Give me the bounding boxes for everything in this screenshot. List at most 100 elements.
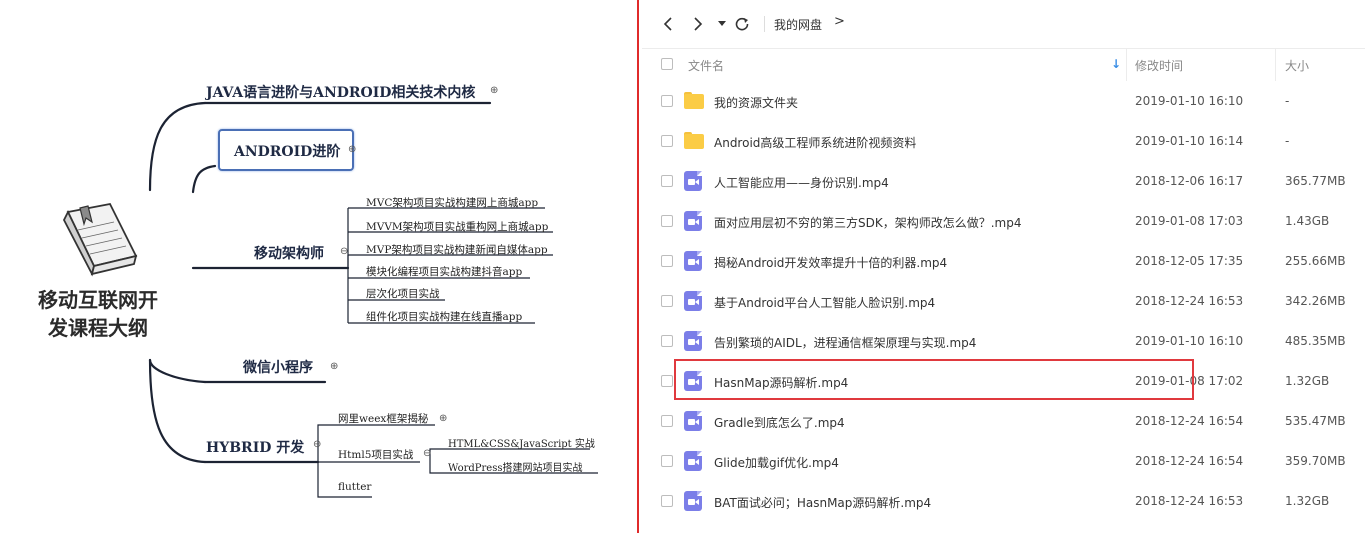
video-file-icon: [684, 291, 704, 311]
sort-down-icon[interactable]: ↓: [1111, 57, 1121, 71]
expand-icon[interactable]: ⊕: [348, 145, 356, 155]
file-modified-date: 2019-01-08 17:03: [1135, 214, 1244, 228]
caret-down-icon[interactable]: [712, 14, 732, 34]
file-size: -: [1285, 94, 1290, 108]
branch-hybrid[interactable]: HYBRID 开发: [206, 437, 304, 457]
row-checkbox[interactable]: [661, 295, 673, 307]
collapse-icon[interactable]: ⊖: [313, 440, 321, 450]
expand-icon[interactable]: ⊕: [490, 86, 498, 96]
row-checkbox[interactable]: [661, 455, 673, 467]
file-name[interactable]: 揭秘Android开发效率提升十倍的利器.mp4: [714, 254, 947, 271]
branch-android[interactable]: ANDROID进阶: [234, 141, 340, 161]
root-line-1: 移动互联网开: [38, 288, 158, 312]
expand-icon[interactable]: ⊕: [439, 414, 447, 424]
file-row[interactable]: BAT面试必问；HasnMap源码解析.mp4 2018-12-24 16:53 1…: [642, 481, 1365, 521]
row-checkbox[interactable]: [661, 375, 673, 387]
file-name[interactable]: Android高级工程师系统进阶视频资料: [714, 134, 916, 151]
file-modified-date: 2018-12-24 16:53: [1135, 494, 1244, 508]
file-modified-date: 2019-01-10 16:10: [1135, 334, 1244, 348]
file-manager: 我的网盘 > 文件名 ↓ 修改时间 大小 我的资源文件夹 2019-01-10 1…: [642, 0, 1365, 533]
row-checkbox[interactable]: [661, 95, 673, 107]
folder-icon: [684, 131, 704, 151]
hybrid-topic-weex[interactable]: 网里weex框架揭秘: [338, 411, 428, 426]
row-checkbox[interactable]: [661, 335, 673, 347]
highlight-box: [674, 359, 1194, 400]
book-icon: [58, 200, 138, 280]
video-file-icon: [684, 411, 704, 431]
row-checkbox[interactable]: [661, 255, 673, 267]
branch-architect[interactable]: 移动架构师: [254, 243, 324, 263]
file-row[interactable]: 基于Android平台人工智能人脸识别.mp4 2018-12-24 16:53 3…: [642, 281, 1365, 321]
file-size: 535.47MB: [1285, 414, 1346, 428]
root-line-2: 发课程大纲: [48, 316, 148, 340]
file-row[interactable]: 揭秘Android开发效率提升十倍的利器.mp4 2018-12-05 17:35…: [642, 241, 1365, 281]
file-name[interactable]: 面对应用层初不穷的第三方SDK，架构师改怎么做？.mp4: [714, 214, 1021, 231]
row-checkbox[interactable]: [661, 415, 673, 427]
file-modified-date: 2018-12-05 17:35: [1135, 254, 1244, 268]
branch-mini-program[interactable]: 微信小程序: [243, 357, 313, 377]
chevron-right-icon[interactable]: [688, 14, 708, 34]
video-file-icon: [684, 451, 704, 471]
refresh-icon[interactable]: [732, 14, 752, 34]
file-row[interactable]: 面对应用层初不穷的第三方SDK，架构师改怎么做？.mp4 2019-01-08 1…: [642, 201, 1365, 241]
file-size: 1.32GB: [1285, 494, 1330, 508]
html5-topic[interactable]: HTML&CSS&JavaScript 实战: [448, 435, 595, 450]
row-checkbox[interactable]: [661, 175, 673, 187]
row-checkbox[interactable]: [661, 135, 673, 147]
file-name[interactable]: Gradle到底怎么了.mp4: [714, 414, 845, 431]
file-name[interactable]: 人工智能应用——身份识别.mp4: [714, 174, 889, 191]
red-divider: [637, 0, 639, 533]
file-modified-date: 2018-12-24 16:53: [1135, 294, 1244, 308]
mind-map: 移动互联网开 发课程大纲 JAVA语言进阶与ANDROID相关技术内核 ⊕ AN…: [0, 0, 630, 533]
file-name[interactable]: 基于Android平台人工智能人脸识别.mp4: [714, 294, 935, 311]
column-header-size[interactable]: 大小: [1285, 57, 1309, 74]
breadcrumb-separator: >: [834, 14, 845, 29]
toolbar: 我的网盘 >: [642, 0, 1365, 49]
branch-java[interactable]: JAVA语言进阶与ANDROID相关技术内核: [206, 82, 475, 102]
architect-topic[interactable]: 模块化编程项目实战构建抖音app: [366, 264, 522, 279]
file-modified-date: 2018-12-06 16:17: [1135, 174, 1244, 188]
file-name[interactable]: Glide加载gif优化.mp4: [714, 454, 839, 471]
collapse-icon[interactable]: ⊖: [423, 449, 431, 459]
chevron-left-icon[interactable]: [658, 14, 678, 34]
file-size: 485.35MB: [1285, 334, 1346, 348]
hybrid-topic-html5[interactable]: Html5项目实战: [338, 447, 413, 462]
column-header-modified[interactable]: 修改时间: [1135, 57, 1183, 74]
file-size: 1.32GB: [1285, 374, 1330, 388]
select-all-checkbox[interactable]: [661, 58, 673, 70]
architect-topic[interactable]: MVC架构项目实战构建网上商城app: [366, 195, 538, 210]
file-row[interactable]: Glide加载gif优化.mp4 2018-12-24 16:54 359.70MB: [642, 441, 1365, 481]
file-name[interactable]: BAT面试必问；HasnMap源码解析.mp4: [714, 494, 931, 511]
file-name[interactable]: 告别繁琐的AIDL，进程通信框架原理与实现.mp4: [714, 334, 976, 351]
file-row[interactable]: Gradle到底怎么了.mp4 2018-12-24 16:54 535.47MB: [642, 401, 1365, 441]
hybrid-topic-flutter[interactable]: flutter: [338, 481, 371, 493]
row-checkbox[interactable]: [661, 495, 673, 507]
file-name[interactable]: 我的资源文件夹: [714, 94, 798, 111]
file-size: 342.26MB: [1285, 294, 1346, 308]
file-size: 255.66MB: [1285, 254, 1346, 268]
html5-topic[interactable]: WordPress搭建网站项目实战: [448, 459, 583, 474]
column-separator[interactable]: [1275, 49, 1276, 81]
file-row[interactable]: Android高级工程师系统进阶视频资料 2019-01-10 16:14 -: [642, 121, 1365, 161]
row-checkbox[interactable]: [661, 215, 673, 227]
expand-icon[interactable]: ⊕: [330, 362, 338, 372]
file-size: 1.43GB: [1285, 214, 1330, 228]
architect-topic[interactable]: MVVM架构项目实战重构网上商城app: [366, 219, 548, 234]
toolbar-divider: [764, 16, 765, 32]
architect-topic[interactable]: 层次化项目实战: [366, 286, 440, 301]
column-separator[interactable]: [1126, 49, 1127, 81]
file-row[interactable]: 告别繁琐的AIDL，进程通信框架原理与实现.mp4 2019-01-10 16:1…: [642, 321, 1365, 361]
mind-map-root: 移动互联网开 发课程大纲: [28, 286, 168, 342]
architect-topic[interactable]: 组件化项目实战构建在线直播app: [366, 309, 522, 324]
file-size: 359.70MB: [1285, 454, 1346, 468]
collapse-icon[interactable]: ⊖: [340, 247, 348, 257]
video-file-icon: [684, 171, 704, 191]
file-row[interactable]: 人工智能应用——身份识别.mp4 2018-12-06 16:17 365.77MB: [642, 161, 1365, 201]
video-file-icon: [684, 491, 704, 511]
file-modified-date: 2018-12-24 16:54: [1135, 454, 1244, 468]
column-header-name[interactable]: 文件名: [688, 57, 724, 74]
file-size: 365.77MB: [1285, 174, 1346, 188]
file-row[interactable]: 我的资源文件夹 2019-01-10 16:10 -: [642, 81, 1365, 121]
architect-topic[interactable]: MVP架构项目实战构建新闻自媒体app: [366, 242, 548, 257]
breadcrumb[interactable]: 我的网盘: [774, 16, 822, 33]
